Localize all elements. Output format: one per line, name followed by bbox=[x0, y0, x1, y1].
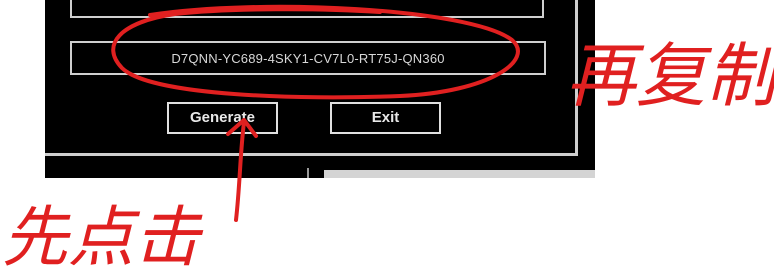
copy-note: 再复制 bbox=[566, 35, 774, 117]
serial-circle-mark bbox=[111, 4, 520, 100]
click-first-note: 先点击 bbox=[2, 199, 204, 270]
click-arrow-mark bbox=[226, 118, 258, 222]
red-annotation-layer: 再复制 先点击 bbox=[2, 4, 774, 270]
